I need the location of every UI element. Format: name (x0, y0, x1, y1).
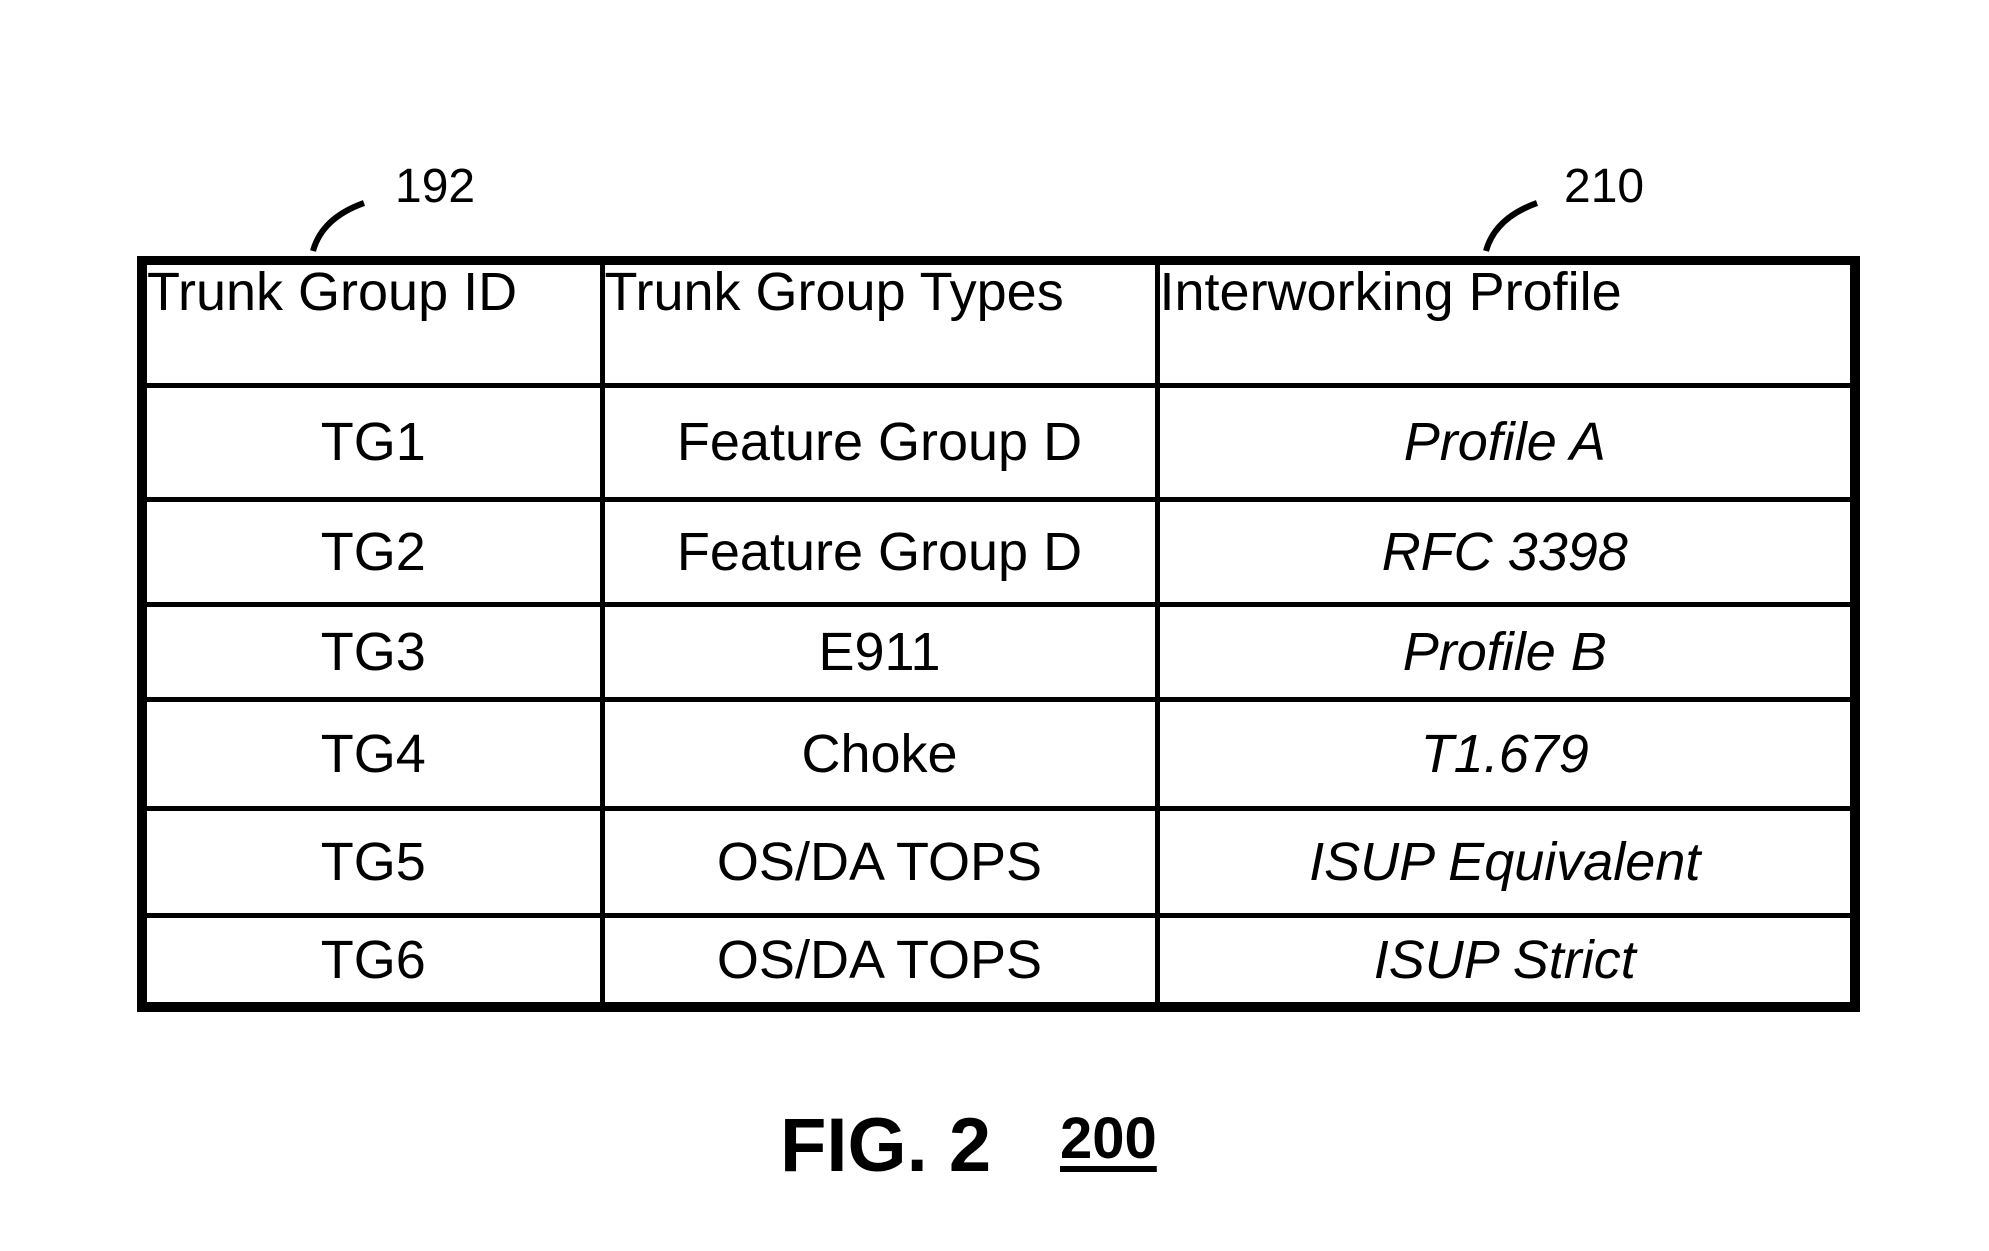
reference-numeral-192: 192 (395, 160, 476, 213)
table-row: TG2 Feature Group D RFC 3398 (147, 496, 1850, 607)
cell-trunk-group-type: E911 (599, 601, 1160, 702)
cell-interworking-profile: Profile A (1154, 382, 1850, 502)
cell-trunk-group-type: OS/DA TOPS (599, 805, 1160, 918)
cell-trunk-group-type: Feature Group D (599, 496, 1160, 607)
figure-caption: FIG. 2 (780, 1103, 992, 1188)
cell-interworking-profile: ISUP Strict (1154, 912, 1850, 1002)
table-row: TG4 Choke T1.679 (147, 696, 1850, 811)
cell-interworking-profile: ISUP Equivalent (1154, 805, 1850, 918)
figure-reference-number: 200 (1060, 1106, 1157, 1171)
header-trunk-group-types: Trunk Group Types (599, 265, 1160, 388)
cell-trunk-group-id: TG3 (147, 601, 605, 702)
table-row: TG3 E911 Profile B (147, 601, 1850, 702)
reference-numeral-210: 210 (1564, 160, 1645, 213)
table-row: TG6 OS/DA TOPS ISUP Strict (147, 912, 1850, 1002)
leader-line-192 (310, 200, 366, 252)
cell-interworking-profile: Profile B (1154, 601, 1850, 702)
leader-line-210 (1483, 200, 1539, 252)
table-row: TG5 OS/DA TOPS ISUP Equivalent (147, 805, 1850, 918)
header-trunk-group-id: Trunk Group ID (147, 265, 605, 388)
cell-trunk-group-id: TG6 (147, 912, 605, 1002)
cell-interworking-profile: RFC 3398 (1154, 496, 1850, 607)
cell-trunk-group-id: TG2 (147, 496, 605, 607)
cell-interworking-profile: T1.679 (1154, 696, 1850, 811)
trunk-group-table-frame: Trunk Group ID Trunk Group Types Interwo… (137, 256, 1860, 1012)
table-header-row: Trunk Group ID Trunk Group Types Interwo… (147, 265, 1850, 388)
table-row: TG1 Feature Group D Profile A (147, 382, 1850, 502)
header-interworking-profile: Interworking Profile (1154, 265, 1850, 388)
cell-trunk-group-id: TG5 (147, 805, 605, 918)
cell-trunk-group-id: TG4 (147, 696, 605, 811)
trunk-group-table: Trunk Group ID Trunk Group Types Interwo… (147, 265, 1850, 1002)
cell-trunk-group-type: Feature Group D (599, 382, 1160, 502)
cell-trunk-group-type: Choke (599, 696, 1160, 811)
cell-trunk-group-type: OS/DA TOPS (599, 912, 1160, 1002)
cell-trunk-group-id: TG1 (147, 382, 605, 502)
